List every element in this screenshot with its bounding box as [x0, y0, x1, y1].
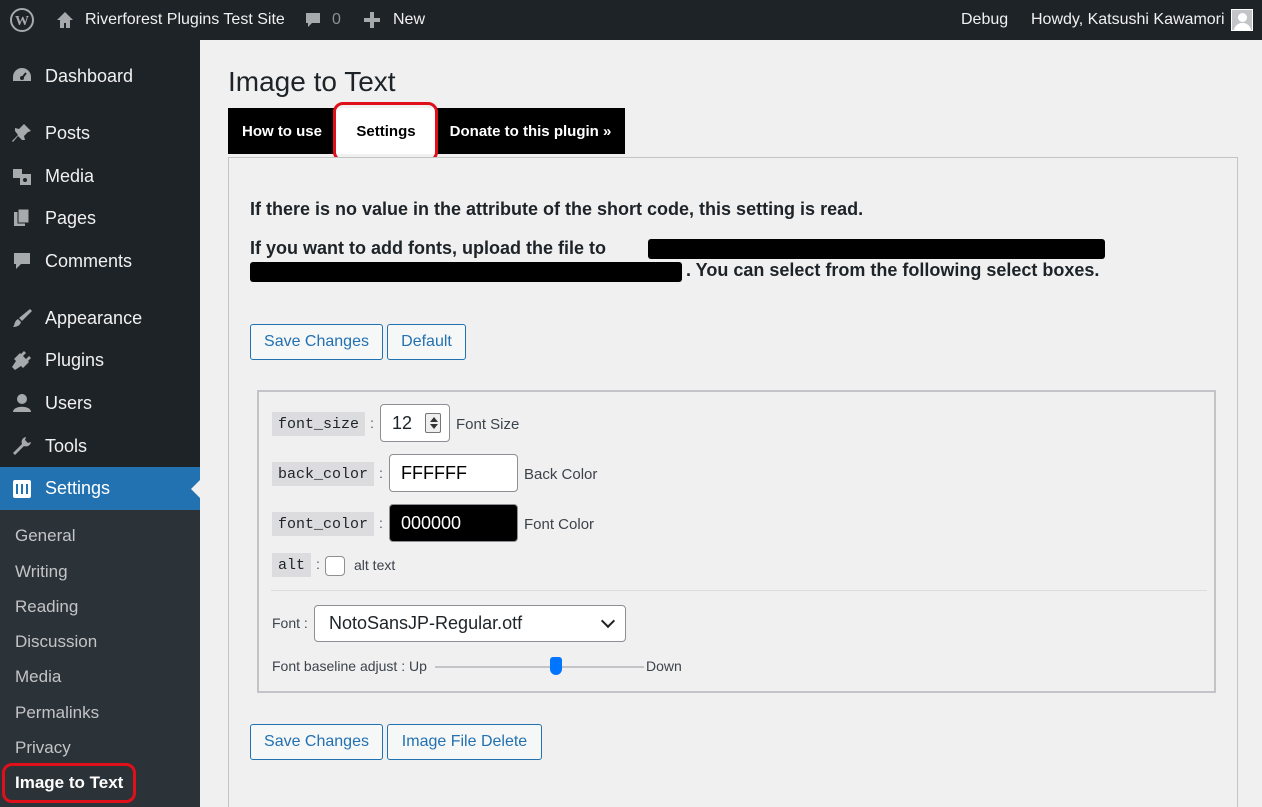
- menu-item-tools[interactable]: Tools: [0, 426, 200, 466]
- image-file-delete-button[interactable]: Image File Delete: [387, 724, 542, 760]
- menu-label: Media: [45, 165, 95, 186]
- font-select-label: Font :: [272, 615, 308, 631]
- menu-item-posts[interactable]: Posts: [0, 113, 200, 153]
- account-greeting[interactable]: Howdy, Katsushi Kawamori: [1031, 0, 1225, 40]
- submenu-item-permalinks[interactable]: Permalinks: [15, 701, 99, 725]
- menu-item-media[interactable]: Media: [0, 156, 200, 196]
- menu-label: Tools: [45, 435, 88, 456]
- redacted-path: [648, 239, 1105, 259]
- alt-key: alt: [272, 553, 312, 577]
- font-size-label: Font Size: [456, 416, 520, 433]
- font-color-key: font_color: [272, 512, 375, 536]
- save-changes-button[interactable]: Save Changes: [250, 324, 383, 360]
- baseline-slider-thumb[interactable]: [550, 657, 563, 675]
- wordpress-logo-icon[interactable]: W: [10, 0, 34, 40]
- font-size-value: 12: [392, 412, 413, 433]
- back-color-input[interactable]: FFFFFF: [389, 454, 518, 492]
- page-title: Image to Text: [228, 66, 396, 97]
- submenu-item-writing[interactable]: Writing: [15, 560, 68, 584]
- back-color-key: back_color: [272, 462, 375, 486]
- submenu-item-general[interactable]: General: [15, 524, 75, 548]
- baseline-label-down: Down: [646, 658, 682, 674]
- tab-donate[interactable]: Donate to this plugin »: [436, 108, 625, 154]
- menu-label: Plugins: [45, 349, 105, 370]
- font-color-input[interactable]: 000000: [389, 504, 518, 542]
- settings-box: font_size : 12 Font Size back_color : FF…: [257, 390, 1216, 693]
- menu-label: Pages: [45, 207, 97, 228]
- menu-item-plugins[interactable]: Plugins: [0, 340, 200, 380]
- default-button[interactable]: Default: [387, 324, 466, 360]
- menu-item-dashboard[interactable]: Dashboard: [0, 56, 200, 96]
- divider: [271, 590, 1207, 591]
- notice-text: If you want to add fonts, upload the fil…: [250, 238, 606, 258]
- menu-label: Comments: [45, 250, 133, 271]
- settings-panel: If there is no value in the attribute of…: [228, 157, 1238, 807]
- font-select-value: NotoSansJP-Regular.otf: [329, 613, 523, 633]
- home-icon[interactable]: [55, 0, 75, 40]
- comments-icon[interactable]: [303, 0, 323, 40]
- menu-item-comments[interactable]: Comments: [0, 241, 200, 281]
- alt-label: alt text: [354, 557, 396, 573]
- wrench-icon: [10, 434, 34, 458]
- brush-icon: [10, 306, 34, 330]
- admin-menu: Dashboard Posts Media Pages Comments App…: [0, 40, 200, 807]
- debug-link[interactable]: Debug: [961, 0, 1008, 40]
- menu-item-users[interactable]: Users: [0, 383, 200, 423]
- submenu-item-media[interactable]: Media: [15, 665, 61, 689]
- separator-colon: :: [370, 415, 374, 431]
- submenu-item-privacy[interactable]: Privacy: [15, 736, 71, 760]
- pin-icon: [10, 121, 34, 145]
- tab-how-to-use[interactable]: How to use: [228, 108, 336, 154]
- separator-colon: :: [379, 515, 383, 531]
- dashboard-icon: [10, 64, 34, 88]
- baseline-label-up: Font baseline adjust : Up: [272, 658, 427, 674]
- pages-icon: [10, 206, 34, 230]
- notice-text: . You can select from the following sele…: [686, 260, 1100, 280]
- notice-text: If there is no value in the attribute of…: [250, 199, 864, 219]
- plug-icon: [10, 348, 34, 372]
- separator-colon: :: [379, 465, 383, 481]
- site-name-link[interactable]: Riverforest Plugins Test Site: [85, 0, 285, 40]
- separator-colon: :: [316, 556, 320, 572]
- menu-item-pages[interactable]: Pages: [0, 198, 200, 238]
- menu-item-appearance[interactable]: Appearance: [0, 298, 200, 338]
- plus-icon[interactable]: [363, 0, 381, 40]
- comment-icon: [10, 249, 34, 273]
- menu-label: Settings: [45, 478, 111, 498]
- menu-label: Dashboard: [45, 65, 134, 86]
- font-select[interactable]: NotoSansJP-Regular.otf: [314, 605, 626, 642]
- font-size-input[interactable]: 12: [380, 404, 450, 442]
- avatar[interactable]: [1231, 0, 1253, 40]
- settings-submenu: General Writing Reading Discussion Media…: [0, 510, 200, 807]
- menu-label: Posts: [45, 122, 91, 143]
- save-changes-button[interactable]: Save Changes: [250, 724, 383, 760]
- submenu-item-image-to-text[interactable]: Image to Text: [15, 771, 123, 795]
- media-icon: [10, 164, 34, 188]
- tab-settings[interactable]: Settings: [336, 108, 436, 154]
- submenu-item-reading[interactable]: Reading: [15, 595, 78, 619]
- menu-item-settings[interactable]: Settings: [0, 467, 200, 510]
- baseline-slider-track[interactable]: [435, 666, 644, 668]
- new-content-link[interactable]: New: [393, 0, 425, 40]
- admin-bar: W Riverforest Plugins Test Site 0 New De…: [0, 0, 1262, 40]
- comments-count[interactable]: 0: [332, 0, 341, 40]
- menu-label: Appearance: [45, 307, 143, 328]
- alt-checkbox[interactable]: [325, 556, 345, 576]
- back-color-label: Back Color: [524, 466, 598, 483]
- settings-icon: [10, 477, 34, 501]
- font-size-key: font_size: [272, 412, 366, 436]
- submenu-item-discussion[interactable]: Discussion: [15, 630, 97, 654]
- spinner-icon[interactable]: [425, 413, 441, 433]
- font-color-label: Font Color: [524, 516, 595, 533]
- user-icon: [10, 391, 34, 415]
- redacted-path: [250, 262, 682, 282]
- chevron-down-icon: [600, 613, 616, 629]
- svg-text:W: W: [15, 14, 29, 29]
- menu-label: Users: [45, 392, 93, 413]
- main-content: Image to Text How to use Settings Donate…: [200, 40, 1262, 807]
